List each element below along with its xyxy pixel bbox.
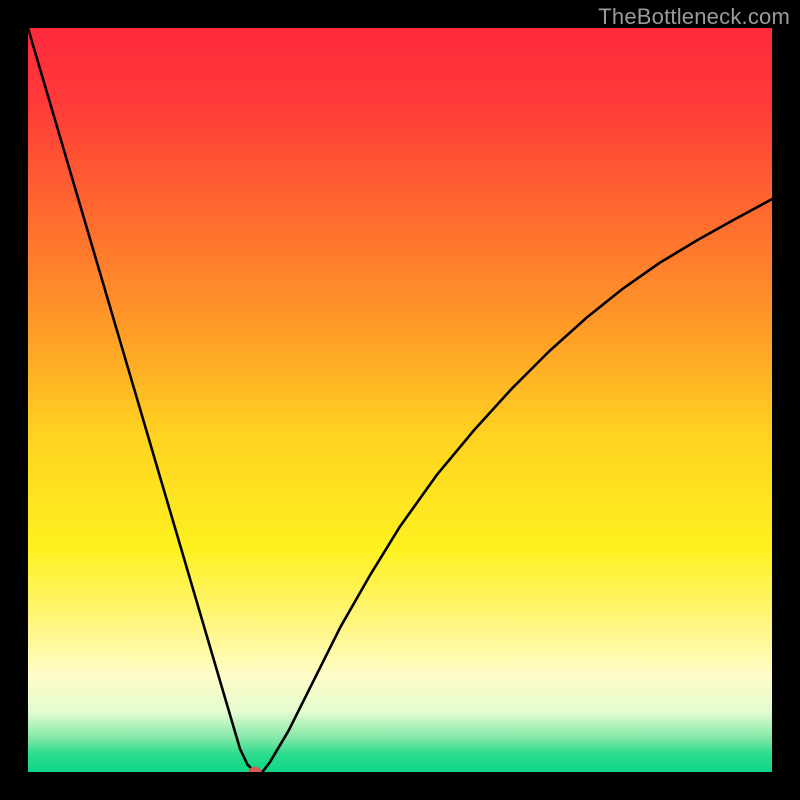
chart-svg — [28, 28, 772, 772]
gradient-background — [28, 28, 772, 772]
chart-frame: TheBottleneck.com — [0, 0, 800, 800]
plot-area — [28, 28, 772, 772]
watermark-text: TheBottleneck.com — [598, 4, 790, 30]
